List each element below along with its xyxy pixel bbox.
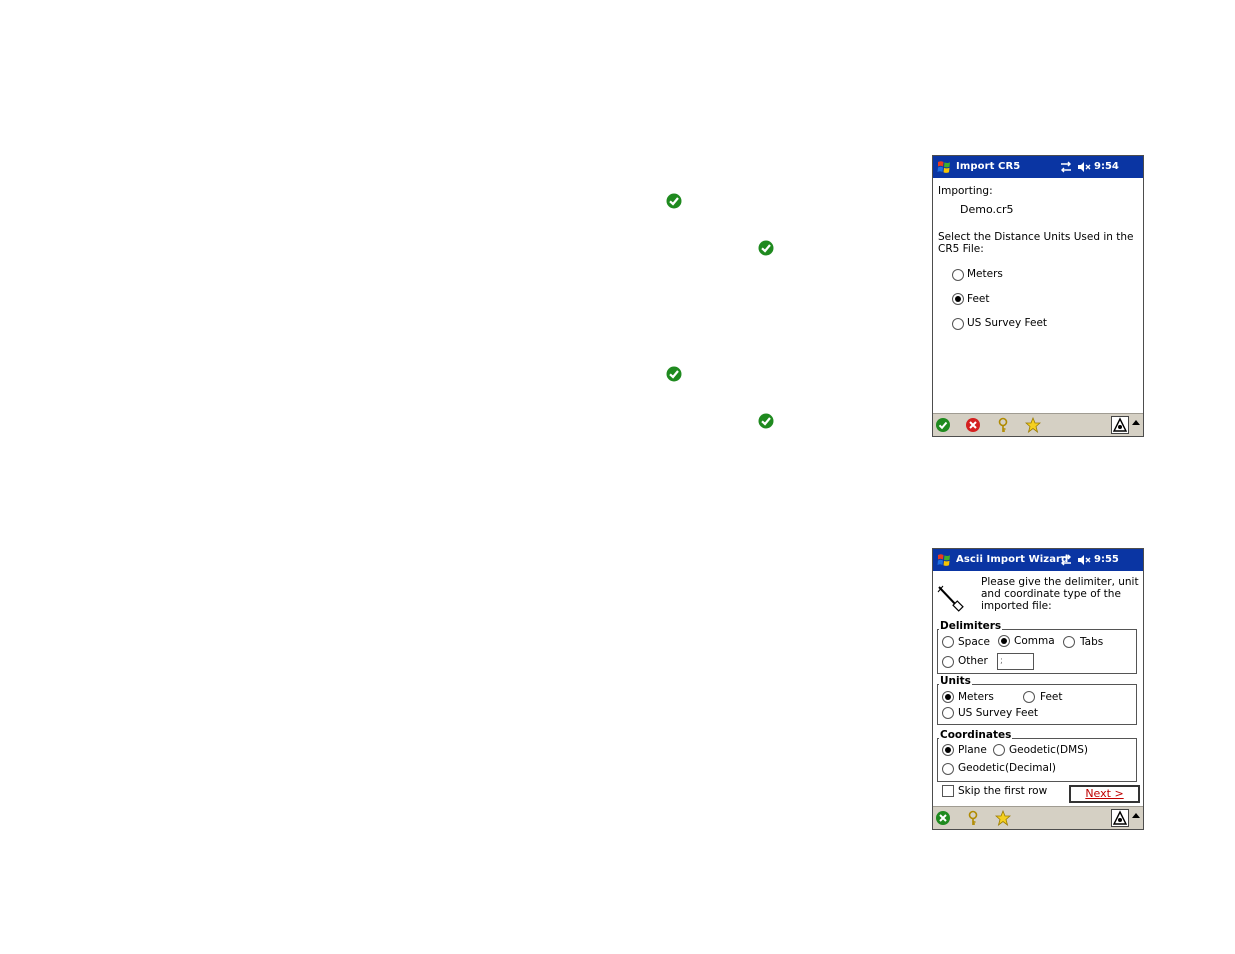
sip-keyboard-icon[interactable] [1111, 416, 1129, 434]
other-delimiter-input[interactable]: ; [997, 653, 1034, 670]
prompt-line-2: CR5 File: [938, 243, 984, 255]
meters-label[interactable]: Meters [958, 691, 994, 703]
green-check-icon [666, 366, 682, 382]
geodetic-dms-radio[interactable] [993, 744, 1005, 756]
clock[interactable]: 9:55 [1094, 554, 1119, 565]
geodetic-dms-label[interactable]: Geodetic(DMS) [1009, 744, 1088, 756]
delimiters-title: Delimiters [939, 620, 1003, 632]
sip-arrow-icon[interactable] [1132, 418, 1140, 428]
window-title: Ascii Import Wizard [956, 554, 1069, 565]
us-survey-feet-label[interactable]: US Survey Feet [958, 707, 1038, 719]
comma-radio[interactable] [998, 635, 1010, 647]
sync-icon[interactable] [1059, 160, 1073, 174]
import-cr5-screen: Import CR5 9:54 Importing: Demo.cr5 Sele… [932, 155, 1144, 437]
green-check-icon [666, 193, 682, 209]
help-key-icon[interactable] [965, 810, 981, 826]
command-bar [933, 413, 1143, 436]
prompt-line-1: Please give the delimiter, unit [981, 576, 1139, 588]
skip-first-row-label[interactable]: Skip the first row [958, 785, 1047, 797]
units-title: Units [939, 675, 972, 687]
title-bar: Ascii Import Wizard 9:55 [933, 549, 1143, 571]
prompt-line-1: Select the Distance Units Used in the [938, 231, 1134, 243]
prompt-line-2: and coordinate type of the [981, 588, 1121, 600]
sip-keyboard-icon[interactable] [1111, 809, 1129, 827]
space-radio[interactable] [942, 636, 954, 648]
meters-radio[interactable] [952, 269, 964, 281]
cancel-x-icon[interactable] [935, 810, 951, 826]
other-radio[interactable] [942, 656, 954, 668]
skip-first-row-checkbox[interactable] [942, 785, 954, 797]
next-button[interactable]: Next > [1069, 785, 1140, 803]
importing-label: Importing: [938, 185, 993, 197]
windows-start-icon[interactable] [935, 551, 953, 569]
us-survey-feet-radio[interactable] [952, 318, 964, 330]
plane-label[interactable]: Plane [958, 744, 987, 756]
geodetic-decimal-radio[interactable] [942, 763, 954, 775]
us-survey-feet-radio[interactable] [942, 707, 954, 719]
title-bar: Import CR5 9:54 [933, 156, 1143, 178]
cancel-x-icon[interactable] [965, 417, 981, 433]
other-label[interactable]: Other [958, 655, 988, 667]
tabs-label[interactable]: Tabs [1080, 636, 1103, 648]
windows-start-icon[interactable] [935, 158, 953, 176]
help-key-icon[interactable] [995, 417, 1011, 433]
green-check-icon [758, 240, 774, 256]
green-check-icon [758, 413, 774, 429]
plane-radio[interactable] [942, 744, 954, 756]
us-survey-feet-label[interactable]: US Survey Feet [967, 317, 1047, 329]
meters-radio[interactable] [942, 691, 954, 703]
window-title: Import CR5 [956, 161, 1021, 172]
favorites-star-icon[interactable] [1024, 416, 1042, 434]
sync-icon[interactable] [1059, 553, 1073, 567]
tabs-radio[interactable] [1063, 636, 1075, 648]
ok-check-icon[interactable] [935, 417, 951, 433]
comma-label[interactable]: Comma [1014, 635, 1055, 647]
clock[interactable]: 9:54 [1094, 161, 1119, 172]
prompt-line-3: imported file: [981, 600, 1052, 612]
feet-radio[interactable] [952, 293, 964, 305]
ascii-import-wizard-screen: Ascii Import Wizard 9:55 Please give the… [932, 548, 1144, 830]
sip-arrow-icon[interactable] [1132, 811, 1140, 821]
favorites-star-icon[interactable] [994, 809, 1012, 827]
meters-label[interactable]: Meters [967, 268, 1003, 280]
feet-label[interactable]: Feet [1040, 691, 1063, 703]
command-bar [933, 806, 1143, 829]
geodetic-decimal-label[interactable]: Geodetic(Decimal) [958, 762, 1056, 774]
space-label[interactable]: Space [958, 636, 990, 648]
coordinates-title: Coordinates [939, 729, 1013, 741]
speaker-muted-icon[interactable] [1077, 160, 1091, 174]
feet-label[interactable]: Feet [967, 293, 990, 305]
speaker-muted-icon[interactable] [1077, 553, 1091, 567]
wizard-wand-icon [936, 583, 966, 613]
file-name: Demo.cr5 [960, 203, 1014, 216]
feet-radio[interactable] [1023, 691, 1035, 703]
